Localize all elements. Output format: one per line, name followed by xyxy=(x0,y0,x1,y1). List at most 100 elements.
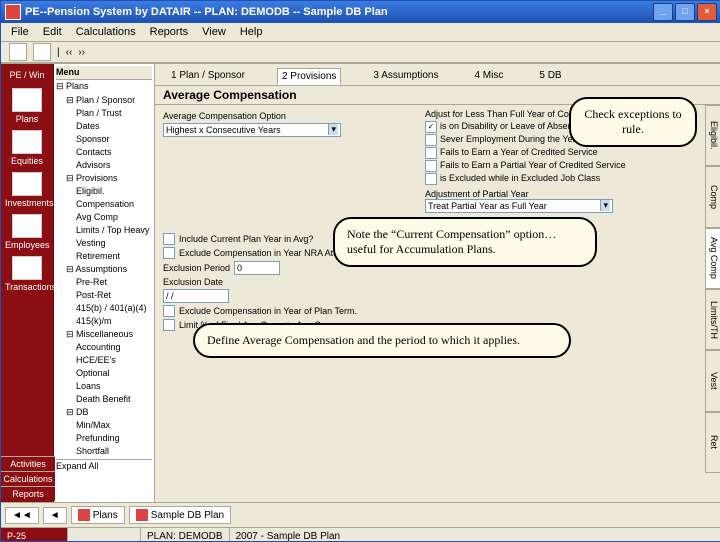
nav-reports[interactable]: Reports xyxy=(1,486,55,501)
adj-fail-partial-checkbox[interactable] xyxy=(425,160,437,172)
tree-item[interactable]: Loans xyxy=(56,380,152,393)
exclusion-date-input[interactable] xyxy=(163,289,229,303)
tree-header: Menu xyxy=(56,66,152,80)
tree-item[interactable]: Eligibil. xyxy=(56,185,152,198)
menu-edit[interactable]: Edit xyxy=(37,25,68,39)
left-nav-header: PE / Win xyxy=(9,68,44,82)
tree-item[interactable]: ⊟ Provisions xyxy=(56,172,152,185)
exclude-nra-checkbox[interactable] xyxy=(163,247,175,259)
tree-item[interactable]: HCE/EE's xyxy=(56,354,152,367)
tree-item[interactable]: ⊟ Assumptions xyxy=(56,263,152,276)
adj-partial-dropdown[interactable]: Treat Partial Year as Full Year xyxy=(425,199,613,213)
include-current-year-label: Include Current Plan Year in Avg? xyxy=(179,234,313,244)
tree-item[interactable]: Avg Comp xyxy=(56,211,152,224)
tree-item[interactable]: Sponsor xyxy=(56,133,152,146)
tab-db[interactable]: 5 DB xyxy=(535,68,565,85)
tree-item[interactable]: Plan / Trust xyxy=(56,107,152,120)
tree-item[interactable]: Accounting xyxy=(56,341,152,354)
toolbar-sep: | xyxy=(57,47,60,58)
maximize-button[interactable]: □ xyxy=(675,3,695,21)
exclusion-date-label: Exclusion Date xyxy=(163,277,223,287)
exclusion-period-input[interactable] xyxy=(234,261,280,275)
rtab-limits[interactable]: Limits/TH xyxy=(705,289,720,350)
adj-disability-checkbox[interactable] xyxy=(425,121,437,133)
include-current-year-checkbox[interactable] xyxy=(163,233,175,245)
limit-pct-checkbox[interactable] xyxy=(163,319,175,331)
menu-view[interactable]: View xyxy=(196,25,232,39)
investments-icon xyxy=(12,172,42,196)
taskbar: ◄◄ ◄ Plans Sample DB Plan xyxy=(1,502,720,527)
rtab-vest[interactable]: Vest xyxy=(705,350,720,411)
tree-item[interactable]: Prefunding xyxy=(56,432,152,445)
close-button[interactable]: × xyxy=(697,3,717,21)
tree-item[interactable]: 415(k)/m xyxy=(56,315,152,328)
tree-panel: Menu ⊟ Plans ⊟ Plan / SponsorPlan / Trus… xyxy=(54,64,155,502)
avg-comp-option-dropdown[interactable]: Highest x Consecutive Years xyxy=(163,123,341,137)
nav-equities[interactable]: Equities xyxy=(5,130,49,166)
titlebar: PE--Pension System by DATAIR -- PLAN: DE… xyxy=(1,1,720,23)
tree-item[interactable]: Vesting xyxy=(56,237,152,250)
callout-define-avg-comp: Define Average Compensation and the peri… xyxy=(193,323,571,358)
menu-reports[interactable]: Reports xyxy=(144,25,195,39)
tree-root[interactable]: ⊟ Plans xyxy=(56,80,152,93)
adj-excluded-checkbox[interactable] xyxy=(425,173,437,185)
nav-calculations[interactable]: Calculations xyxy=(1,471,55,486)
nav-investments[interactable]: Investments xyxy=(5,172,49,208)
adj-fail-year-checkbox[interactable] xyxy=(425,147,437,159)
plans-icon xyxy=(78,509,90,521)
nav-activities[interactable]: Activities xyxy=(1,456,55,471)
tab-misc[interactable]: 4 Misc xyxy=(470,68,507,85)
taskbar-nav-prev[interactable]: ◄◄ xyxy=(5,507,39,524)
tab-provisions[interactable]: 2 Provisions xyxy=(277,68,341,85)
tree-item[interactable]: Pre-Ret xyxy=(56,276,152,289)
app-window: PE--Pension System by DATAIR -- PLAN: DE… xyxy=(0,0,720,542)
toolbar-btn-2[interactable] xyxy=(33,43,51,61)
menu-calculations[interactable]: Calculations xyxy=(70,25,142,39)
menu-help[interactable]: Help xyxy=(234,25,269,39)
tree-item[interactable]: Shortfall xyxy=(56,445,152,458)
rtab-avg-comp[interactable]: Avg Comp xyxy=(705,228,720,289)
toolbar-btn-1[interactable] xyxy=(9,43,27,61)
employees-icon xyxy=(12,214,42,238)
toolbar-prev[interactable]: ‹‹ xyxy=(66,47,73,58)
tree-item[interactable]: ⊟ Miscellaneous xyxy=(56,328,152,341)
toolbar-next[interactable]: ›› xyxy=(78,47,85,58)
nav-transactions[interactable]: Transactions xyxy=(5,256,49,292)
tree-item[interactable]: Retirement xyxy=(56,250,152,263)
taskbar-current-plan[interactable]: Sample DB Plan xyxy=(129,506,231,524)
app-icon xyxy=(5,4,21,20)
tree-item[interactable]: Post-Ret xyxy=(56,289,152,302)
rtab-ret[interactable]: Ret xyxy=(705,412,720,473)
adj-sever-checkbox[interactable] xyxy=(425,134,437,146)
rtab-eligibil[interactable]: Eligibil. xyxy=(705,105,720,166)
left-nav: PE / Win Plans Equities Investments Empl… xyxy=(1,64,54,502)
menu-file[interactable]: File xyxy=(5,25,35,39)
adj-partial-label: Adjustment of Partial Year xyxy=(425,189,635,199)
nav-plans[interactable]: Plans xyxy=(5,88,49,124)
tree-item[interactable]: Death Benefit xyxy=(56,393,152,406)
plan-icon xyxy=(136,509,148,521)
tab-assumptions[interactable]: 3 Assumptions xyxy=(369,68,442,85)
expand-all-button[interactable]: Expand All xyxy=(56,459,152,473)
taskbar-plans[interactable]: Plans xyxy=(71,506,125,524)
tree-item[interactable]: ⊟ DB xyxy=(56,406,152,419)
minimize-button[interactable]: _ xyxy=(653,3,673,21)
rtab-comp[interactable]: Comp xyxy=(705,166,720,227)
avg-comp-option-label: Average Compensation Option xyxy=(163,111,286,121)
tab-plan-sponsor[interactable]: 1 Plan / Sponsor xyxy=(167,68,249,85)
toolbar: | ‹‹ ›› xyxy=(1,42,720,63)
tree-item[interactable]: Compensation xyxy=(56,198,152,211)
tree-item[interactable]: 415(b) / 401(a)(4) xyxy=(56,302,152,315)
taskbar-nav-next[interactable]: ◄ xyxy=(43,507,67,524)
exclude-nra-label: Exclude Compensation in Year NRA Attain xyxy=(179,248,348,258)
tree-item[interactable]: Min/Max xyxy=(56,419,152,432)
nav-employees[interactable]: Employees xyxy=(5,214,49,250)
exclude-plan-term-checkbox[interactable] xyxy=(163,305,175,317)
tree-item[interactable]: Limits / Top Heavy xyxy=(56,224,152,237)
tree-item[interactable]: ⊟ Plan / Sponsor xyxy=(56,94,152,107)
tree-item[interactable]: Optional xyxy=(56,367,152,380)
menubar: File Edit Calculations Reports View Help xyxy=(1,23,720,42)
tree-item[interactable]: Contacts xyxy=(56,146,152,159)
tree-item[interactable]: Dates xyxy=(56,120,152,133)
tree-item[interactable]: Advisors xyxy=(56,159,152,172)
